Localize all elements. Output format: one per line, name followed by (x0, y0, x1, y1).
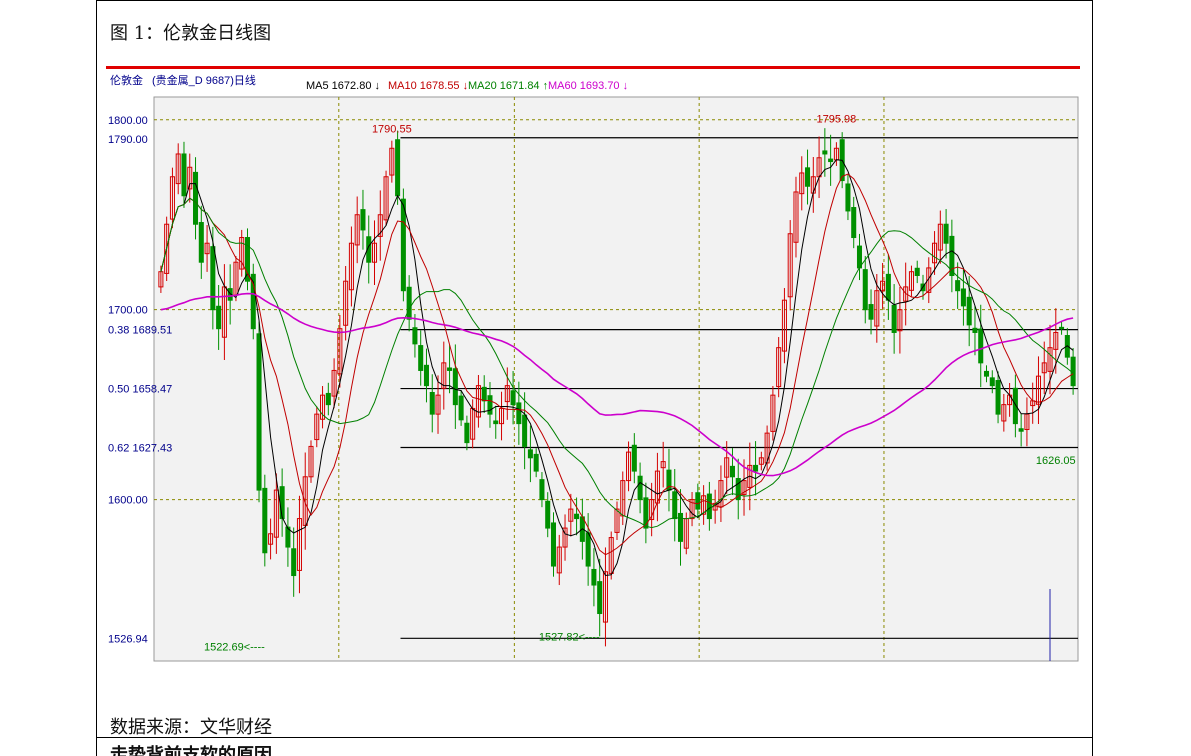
candle-body (995, 380, 1001, 415)
candle-body (851, 207, 857, 239)
candle-body (983, 370, 990, 377)
candle-body (193, 171, 199, 225)
candle-body (914, 267, 920, 277)
candle-body (429, 391, 435, 415)
y-tick-label: 1600.00 (108, 495, 148, 507)
candle-body (805, 167, 811, 187)
header-instrument: 伦敦金 (110, 73, 143, 87)
candle-body (729, 465, 735, 478)
candle-body (325, 392, 331, 406)
candle-body (828, 158, 834, 163)
candle-body (279, 486, 285, 520)
candle-body (516, 402, 522, 425)
candle-body (423, 364, 429, 387)
candle-body (545, 500, 551, 529)
candle-body (1059, 326, 1065, 330)
y-tick-label: 0.62 1627.43 (108, 442, 172, 454)
plot-area (153, 96, 1079, 662)
y-tick-label: 1800.00 (108, 115, 148, 127)
candle-body (845, 183, 851, 212)
indicator-ma60: MA60 1693.70 ↓ (548, 80, 628, 92)
candle-body (637, 475, 643, 501)
candle-body (527, 449, 533, 459)
price-annotation: 1522.69<---- (204, 641, 265, 653)
price-annotation: 1790.55 (372, 124, 412, 136)
candle-body (972, 327, 978, 333)
candle-body (493, 420, 499, 425)
candle-body (458, 395, 464, 421)
candle-body (891, 304, 897, 333)
candle-body (244, 237, 251, 282)
candle-body (262, 487, 268, 554)
candle-body (291, 548, 297, 577)
candle-body (631, 444, 637, 472)
indicator-ma10: MA10 1678.55 ↓ (388, 80, 468, 92)
candle-body (597, 581, 603, 615)
candle-body (539, 479, 545, 501)
y-tick-label: 0.50 1658.47 (108, 384, 172, 396)
indicator-ma5: MA5 1672.80 ↓ (306, 80, 380, 92)
candle-body (978, 328, 984, 364)
candle-body (1018, 428, 1024, 432)
price-annotation: 1527.82<---- (539, 632, 600, 644)
candle-body (447, 367, 453, 371)
candle-body (198, 222, 204, 263)
candle-body (522, 414, 528, 447)
candle-body (418, 345, 424, 371)
candle-body (464, 422, 470, 444)
candle-body (487, 395, 493, 415)
candle-body (706, 493, 712, 520)
candle-body (591, 568, 597, 586)
candle-body (856, 245, 863, 269)
top-rule (96, 0, 1093, 1)
candle-body (395, 139, 401, 197)
candle-body (550, 522, 557, 567)
candle-body (868, 304, 874, 320)
candle-body (822, 150, 828, 155)
candle-body (210, 246, 216, 311)
candle-body (216, 305, 222, 330)
candle-body (481, 386, 487, 402)
candle-body (960, 288, 966, 307)
indicator-ma20: MA20 1671.84 ↑ (468, 80, 548, 92)
candle-body (955, 280, 961, 292)
candle-body (943, 223, 949, 244)
candle-body (966, 296, 972, 326)
candle-body (672, 491, 678, 520)
candle-body (510, 390, 516, 406)
price-annotation: 1626.05 (1036, 455, 1076, 467)
figure-title: 图 1：伦敦金日线图 (110, 23, 272, 44)
candle-body (695, 492, 701, 510)
header-contract: (贵金属_D 9687)日线 (152, 73, 256, 87)
chart-top-bar (106, 66, 1080, 69)
y-tick-label: 1700.00 (108, 305, 148, 317)
candle-body (533, 453, 539, 472)
source-note: 数据来源：文华财经 (110, 717, 272, 738)
candle-body (753, 464, 759, 472)
candle-body (574, 513, 580, 520)
candle-body (412, 327, 418, 345)
candle-body (452, 368, 458, 406)
gold-daily-chart: 伦敦金 (贵金属_D 9687)日线 MA5 1672.80 ↓ MA10 16… (106, 64, 1080, 664)
y-tick-label: 1790.00 (108, 134, 148, 146)
candle-body (406, 286, 412, 320)
candle-body (585, 532, 591, 567)
candle-body (360, 209, 366, 231)
next-section-title: 走势背前支软的原因 (110, 745, 272, 756)
candle-body (181, 153, 187, 197)
y-tick-label: 1526.94 (108, 633, 148, 645)
candle-body (400, 198, 406, 292)
price-annotation: 1795.98 (817, 113, 857, 125)
candle-body (885, 273, 891, 301)
candle-body (256, 333, 262, 491)
candle-body (989, 377, 995, 387)
y-tick-label: 0.38 1689.51 (108, 325, 172, 337)
candle-body (862, 269, 868, 311)
